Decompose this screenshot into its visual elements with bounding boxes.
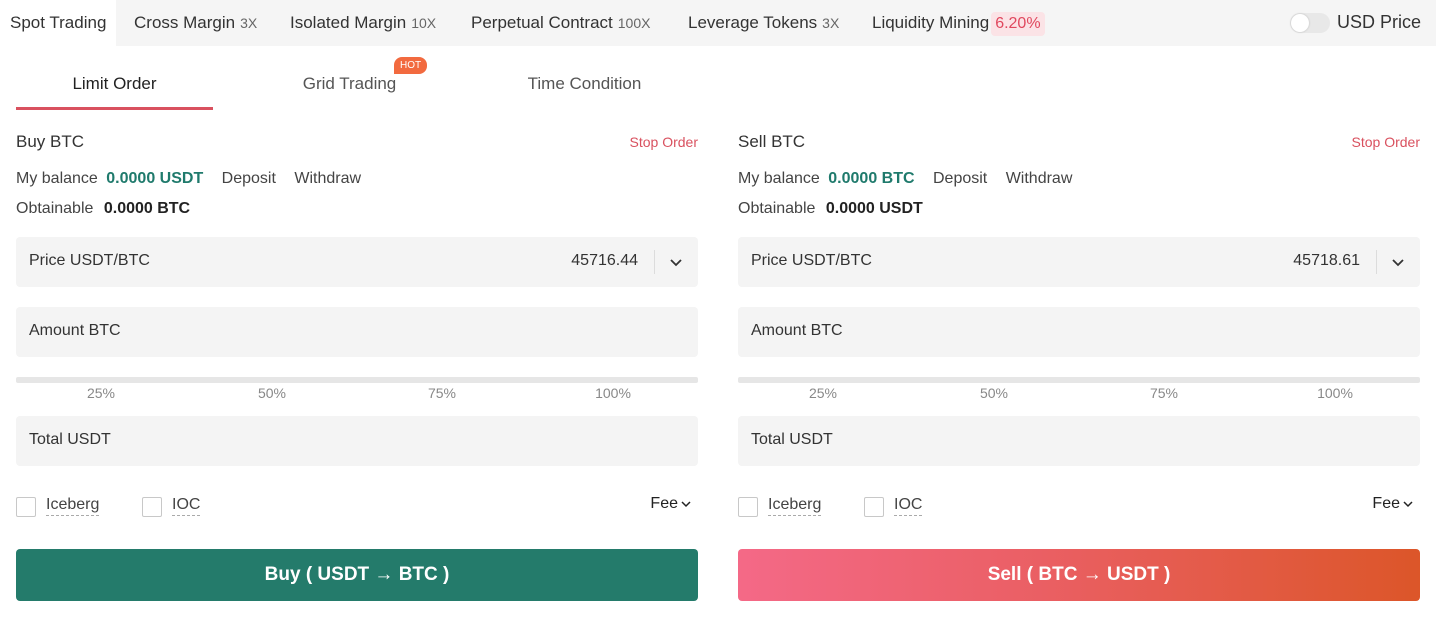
fee-label: Fee	[650, 495, 678, 512]
obtainable-label: Obtainable	[738, 200, 816, 217]
iceberg-label[interactable]: Iceberg	[768, 495, 822, 516]
sell-obtainable-row: Obtainable 0.0000 USDT	[738, 200, 923, 218]
percent-50[interactable]: 50%	[980, 385, 1008, 401]
sell-stop-order-link[interactable]: Stop Order	[1352, 134, 1420, 150]
divider	[1376, 250, 1377, 274]
balance-label: My balance	[16, 170, 98, 187]
buy-button[interactable]: Buy ( USDT → BTC )	[16, 549, 698, 601]
percent-50[interactable]: 50%	[258, 385, 286, 401]
chevron-down-icon	[1403, 501, 1413, 507]
ioc-checkbox[interactable]	[864, 497, 884, 517]
sell-price-input[interactable]: Price USDT/BTC 45718.61	[738, 237, 1420, 287]
price-label: Price USDT/BTC	[29, 252, 150, 269]
fee-dropdown[interactable]: Fee	[1372, 495, 1414, 513]
buy-amount-input[interactable]: Amount BTC	[16, 307, 698, 357]
deposit-link[interactable]: Deposit	[933, 170, 987, 187]
price-label: Price USDT/BTC	[751, 252, 872, 269]
fee-label: Fee	[1372, 495, 1400, 512]
balance-value: 0.0000 BTC	[828, 170, 915, 187]
percent-100[interactable]: 100%	[1317, 385, 1353, 401]
deposit-link[interactable]: Deposit	[222, 170, 276, 187]
obtainable-value: 0.0000 BTC	[103, 200, 191, 217]
obtainable-label: Obtainable	[16, 200, 94, 217]
buy-title: Buy BTC	[16, 132, 85, 151]
buy-obtainable-row: Obtainable 0.0000 BTC	[16, 200, 190, 218]
withdraw-link[interactable]: Withdraw	[1006, 170, 1073, 187]
iceberg-checkbox[interactable]	[738, 497, 758, 517]
sell-button[interactable]: Sell ( BTC → USDT )	[738, 549, 1420, 601]
buy-stop-order-link[interactable]: Stop Order	[630, 134, 698, 150]
total-label: Total USDT	[29, 431, 111, 448]
percent-75[interactable]: 75%	[428, 385, 456, 401]
price-value: 45718.61	[1293, 252, 1360, 269]
price-value: 45716.44	[571, 252, 638, 269]
buy-total-input[interactable]: Total USDT	[16, 416, 698, 466]
sell-amount-input[interactable]: Amount BTC	[738, 307, 1420, 357]
sell-panel: Sell BTC Stop Order My balance 0.0000 BT…	[738, 0, 1420, 621]
amount-label: Amount BTC	[29, 322, 121, 339]
divider	[654, 250, 655, 274]
ioc-label[interactable]: IOC	[894, 495, 923, 516]
ioc-label[interactable]: IOC	[172, 495, 201, 516]
amount-label: Amount BTC	[751, 322, 843, 339]
chevron-down-icon[interactable]	[668, 254, 684, 270]
sell-balance-row: My balance 0.0000 BTC Deposit Withdraw	[738, 170, 1072, 188]
sell-total-input[interactable]: Total USDT	[738, 416, 1420, 466]
iceberg-label[interactable]: Iceberg	[46, 495, 100, 516]
buy-price-input[interactable]: Price USDT/BTC 45716.44	[16, 237, 698, 287]
chevron-down-icon	[681, 501, 691, 507]
sell-title: Sell BTC	[738, 132, 806, 151]
withdraw-link[interactable]: Withdraw	[294, 170, 361, 187]
balance-label: My balance	[738, 170, 820, 187]
balance-value: 0.0000 USDT	[106, 170, 204, 187]
percent-25[interactable]: 25%	[87, 385, 115, 401]
chevron-down-icon[interactable]	[1390, 254, 1406, 270]
buy-amount-slider[interactable]	[16, 377, 698, 383]
ioc-checkbox[interactable]	[142, 497, 162, 517]
iceberg-checkbox[interactable]	[16, 497, 36, 517]
sell-amount-slider[interactable]	[738, 377, 1420, 383]
buy-balance-row: My balance 0.0000 USDT Deposit Withdraw	[16, 170, 361, 188]
buy-panel: Buy BTC Stop Order My balance 0.0000 USD…	[16, 0, 698, 621]
percent-100[interactable]: 100%	[595, 385, 631, 401]
total-label: Total USDT	[751, 431, 833, 448]
percent-25[interactable]: 25%	[809, 385, 837, 401]
fee-dropdown[interactable]: Fee	[650, 495, 692, 513]
percent-75[interactable]: 75%	[1150, 385, 1178, 401]
obtainable-value: 0.0000 USDT	[825, 200, 923, 217]
